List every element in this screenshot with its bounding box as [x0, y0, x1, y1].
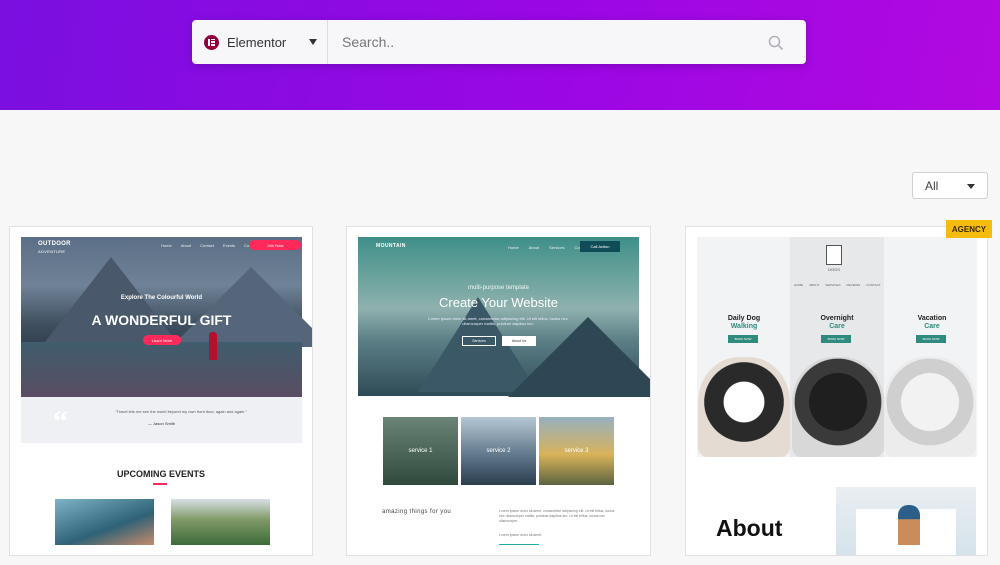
template-nav: HOME ABOUT SERVICES REVIEWS CONTACT	[794, 283, 881, 287]
mountain-shape	[171, 267, 312, 347]
person-figure	[898, 505, 920, 545]
template-title: Create Your Website	[439, 295, 558, 310]
template-about-heading: About	[716, 515, 783, 541]
lake-shape	[21, 342, 302, 397]
template-service-heading: Overnight Care	[820, 315, 854, 330]
template-quote-text: “Travel lets me see the world beyond my …	[115, 409, 247, 414]
template-nav: HomeAboutServicesContact	[508, 245, 588, 250]
search-icon[interactable]	[768, 35, 784, 51]
template-kicker: Explore The Colourful World	[120, 295, 203, 301]
template-paragraph: Lorem ipsum dolor sit amet, consectetur …	[499, 509, 615, 523]
template-section-title: UPCOMING EVENTS	[116, 469, 205, 479]
category-filter-select[interactable]: All	[912, 172, 988, 199]
template-quote-author: — Jason Smith	[147, 421, 176, 426]
elementor-logo-icon	[204, 34, 219, 50]
event-image	[55, 499, 154, 545]
agency-badge: AGENCY	[946, 220, 992, 238]
template-preview-hero: OUTDOORADVENTURE HomeAboutContactEventsC…	[21, 237, 312, 397]
section-divider	[499, 544, 539, 545]
chevron-down-icon	[309, 39, 317, 45]
mountain-shape	[41, 257, 181, 347]
template-cta-button: Call Action	[580, 241, 620, 252]
builder-dropdown[interactable]: Elementor	[192, 20, 328, 64]
event-image	[171, 499, 270, 545]
template-nav: HomeAboutContactEventsContact	[161, 243, 258, 248]
dog-image	[698, 357, 790, 457]
template-service-tile: service 2	[461, 417, 536, 485]
template-card-dog-care[interactable]: DOGS HOME ABOUT SERVICES REVIEWS CONTACT Dai…	[685, 226, 988, 556]
template-service-tile: service 3	[539, 417, 614, 485]
template-cta-button: Join Now	[249, 240, 301, 250]
search-bar: Elementor	[192, 20, 806, 64]
template-button: Services	[462, 336, 496, 346]
category-filter-label: All	[925, 178, 939, 193]
template-logo: DOGS	[828, 267, 840, 272]
about-photo	[836, 487, 976, 555]
dog-image	[792, 357, 884, 457]
template-quote-block: “ “Travel lets me see the world beyond m…	[21, 397, 302, 443]
template-tagline: amazing things for you	[382, 509, 452, 515]
template-title: A WONDERFUL GIFT	[91, 312, 232, 328]
builder-dropdown-label: Elementor	[227, 34, 287, 50]
chevron-down-icon	[967, 184, 975, 189]
template-service-heading: Vacation Care	[917, 315, 947, 330]
template-kicker: multi-purpose template	[467, 285, 530, 291]
template-preview-hero: MOUNTAIN HomeAboutServicesContact Call A…	[358, 237, 650, 397]
template-service-heading: Daily Dog Walking	[727, 315, 761, 330]
hero-banner: Elementor	[0, 0, 1000, 110]
template-card-mountain[interactable]: MOUNTAIN HomeAboutServicesContact Call A…	[346, 226, 651, 556]
dog-image	[884, 357, 976, 457]
template-service-tile: service 1	[383, 417, 458, 485]
template-button: BOOK NOW	[728, 335, 758, 343]
template-logo: MOUNTAIN	[376, 243, 406, 249]
template-button: BOOK NOW	[821, 335, 851, 343]
template-card-outdoor-adventure[interactable]: OUTDOORADVENTURE HomeAboutContactEventsC…	[9, 226, 313, 556]
template-paragraph: Lorem ipsum dolor sit amet.	[499, 533, 543, 537]
template-subtitle: Lorem ipsum dolor sit amet, consectetur …	[428, 316, 568, 326]
template-button: BOOK NOW	[916, 335, 946, 343]
mountain-shape	[508, 317, 650, 397]
search-input[interactable]	[342, 34, 762, 50]
template-button: About Us	[502, 336, 536, 346]
template-more-button: Learn More	[143, 335, 181, 345]
paw-logo-icon	[826, 245, 842, 265]
person-figure	[209, 332, 217, 360]
template-logo: OUTDOOR ADVENTURE	[38, 241, 71, 254]
section-divider	[153, 483, 167, 485]
